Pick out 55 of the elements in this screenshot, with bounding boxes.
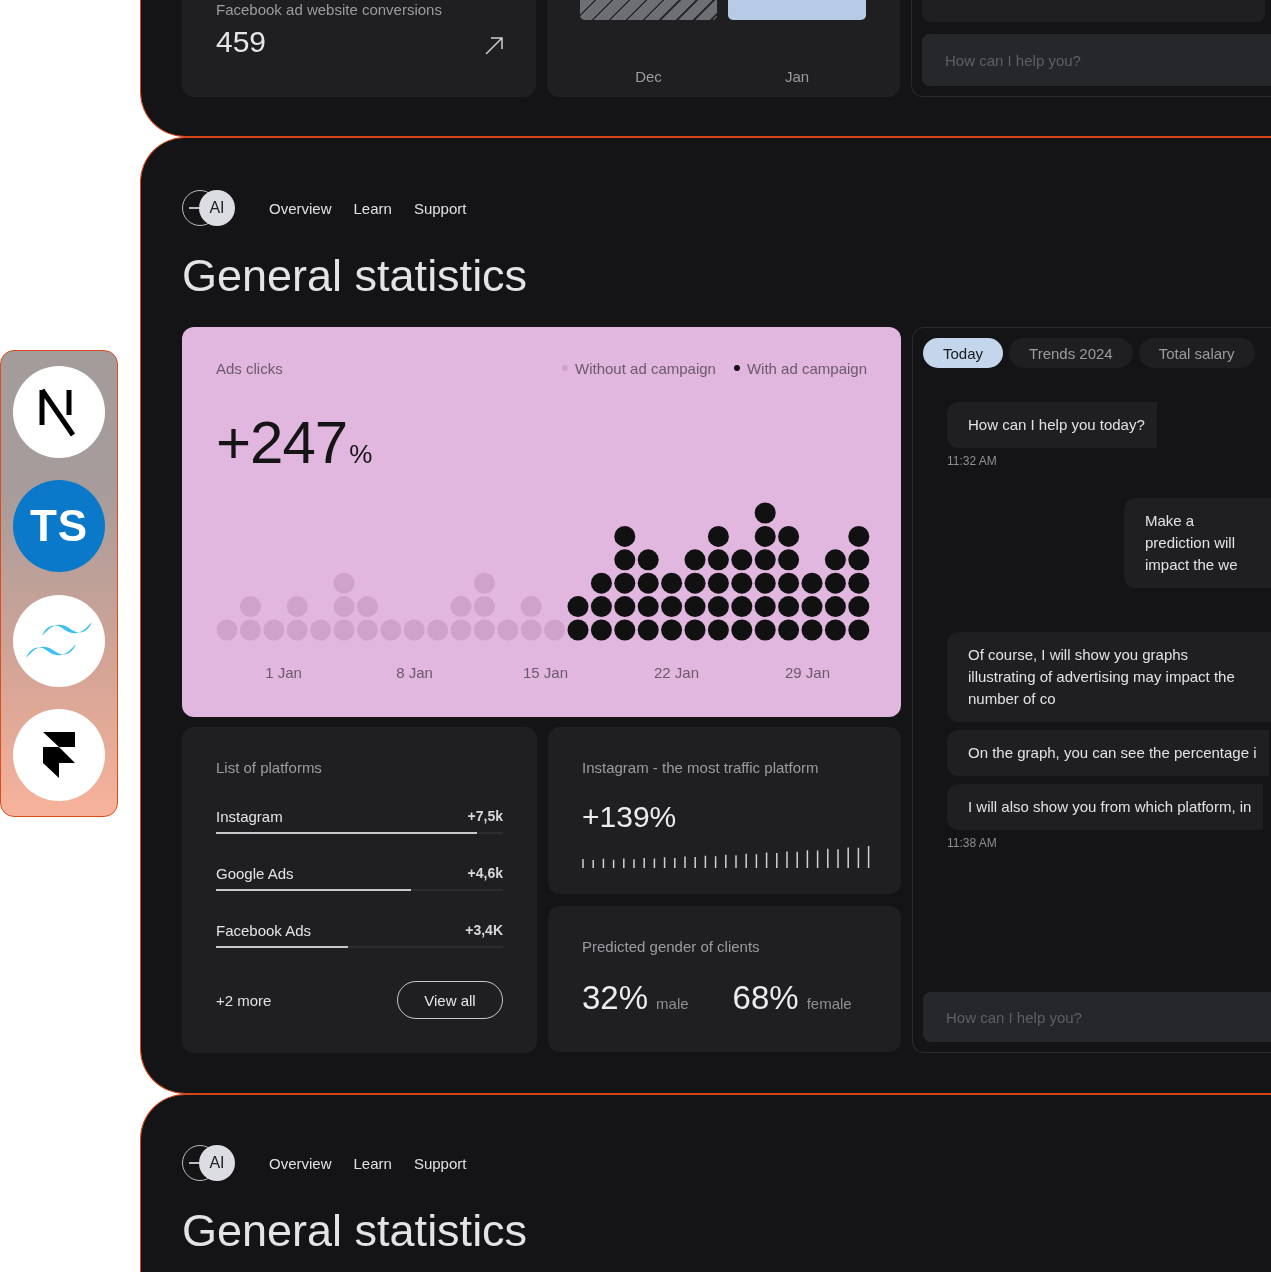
platform-value: +3,4K (465, 922, 503, 939)
date-label: 29 Jan (784, 664, 830, 681)
timestamp: 11:32 AM (947, 454, 998, 468)
legend-label: Without ad campaign (575, 359, 716, 377)
assistant-message: On the graph, you can see the percentage i (947, 730, 1269, 776)
chat-input[interactable]: How can I help you? (923, 992, 1271, 1042)
legend-label: With ad campaign (746, 359, 867, 377)
ts-logo: TS (13, 480, 105, 573)
platform-value: +4,6k (467, 865, 503, 882)
ai-logo[interactable]: AI (199, 190, 235, 226)
user-message: Make a prediction will impact the we (1124, 498, 1271, 588)
card-title: Ads clicks (216, 359, 283, 377)
nav-link[interactable]: Learn (353, 199, 392, 217)
assistant-message: Of course, I will show you graphs illustrating of advertising may impact the number of co (947, 632, 1271, 722)
assistant-message: I will also show you from which platform, in (947, 784, 1264, 830)
chat-tab[interactable]: Today (923, 338, 1004, 368)
chat-tab[interactable]: Trends 2024 (1009, 338, 1133, 368)
page-title: General statistics (182, 1209, 529, 1253)
stat-label: Facebook ad website conversions (216, 1, 443, 18)
more-count: +2 more (216, 991, 272, 1009)
date-label: 8 Jan (396, 664, 433, 681)
platform-name: Facebook Ads (216, 922, 312, 939)
growth-value: +139% (582, 800, 678, 834)
axis-label: Jan (784, 68, 810, 85)
platform-name: Google Ads (216, 865, 294, 882)
card-title: Instagram - the most traffic platform (582, 759, 820, 776)
date-label: 15 Jan (522, 664, 568, 681)
arrow-up-right-icon[interactable] (484, 36, 504, 56)
headline-value: +247 (216, 408, 348, 477)
platform-value: +7,5k (467, 808, 503, 825)
card-title: Predicted gender of clients (582, 938, 761, 955)
nav-link[interactable]: Support (413, 199, 467, 217)
stat-value: 459 (216, 25, 267, 59)
percent-value: 68% (732, 979, 799, 1017)
nav-link[interactable]: Overview (269, 199, 332, 217)
timestamp: 11:38 AM (947, 836, 998, 850)
date-label: 22 Jan (653, 664, 699, 681)
gender-label: female (806, 995, 852, 1012)
card-title: List of platforms (216, 759, 323, 776)
page-title: General statistics (182, 254, 529, 298)
dot-column (661, 572, 683, 641)
f-shape-icon (41, 730, 77, 780)
platform-name: Instagram (216, 808, 283, 825)
chat-input[interactable]: How can I help you? (922, 34, 1271, 86)
nav-link[interactable]: Support (413, 1154, 467, 1172)
gender-label: male (656, 995, 689, 1012)
ai-logo[interactable]: AI (199, 1145, 235, 1181)
percent-unit: % (349, 439, 373, 470)
percent-value: 32% (582, 979, 649, 1017)
nav-link[interactable]: Learn (353, 1154, 392, 1172)
chat-tab[interactable]: Total salary (1138, 338, 1255, 368)
date-label: 1 Jan (265, 664, 302, 681)
assistant-message: How can I help you today? (947, 402, 1157, 448)
axis-label: Dec (635, 68, 662, 85)
nav-link[interactable]: Overview (269, 1154, 332, 1172)
